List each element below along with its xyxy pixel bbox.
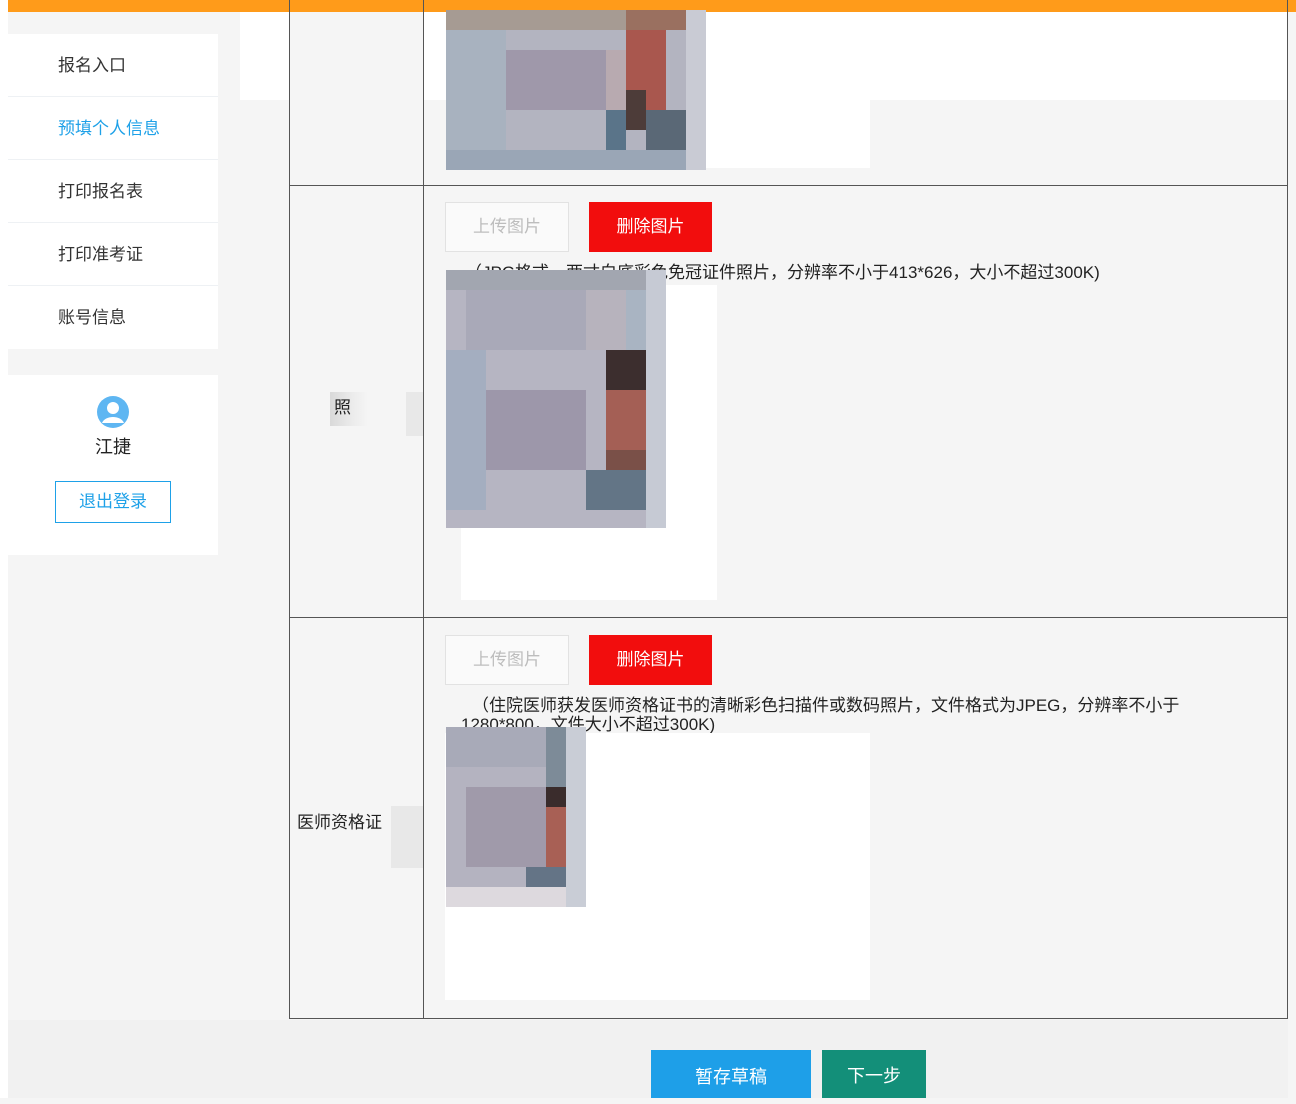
label-smudge xyxy=(391,806,423,868)
row1-cell-bg-lower xyxy=(700,100,870,168)
upload-photo-button[interactable]: 上传图片 xyxy=(445,202,569,252)
uploaded-photo-row1 xyxy=(446,10,706,170)
logout-button[interactable]: 退出登录 xyxy=(55,481,171,523)
sidebar-item-print-form[interactable]: 打印报名表 xyxy=(8,160,218,223)
table-border-left xyxy=(289,0,290,1019)
content-background xyxy=(240,12,290,100)
photo-row-label: 照 xyxy=(334,398,351,417)
certificate-row-label: 医师资格证 xyxy=(297,813,382,832)
upload-certificate-button[interactable]: 上传图片 xyxy=(445,635,569,685)
next-step-button[interactable]: 下一步 xyxy=(822,1050,926,1098)
user-card: 江捷 退出登录 xyxy=(8,375,218,555)
footer-area xyxy=(8,1020,1288,1098)
save-draft-button[interactable]: 暂存草稿 xyxy=(651,1050,811,1098)
delete-certificate-button[interactable]: 删除图片 xyxy=(589,635,712,685)
table-border-right xyxy=(1287,0,1288,1019)
user-name: 江捷 xyxy=(95,437,131,457)
left-edge xyxy=(0,0,8,1098)
uploaded-photo-id xyxy=(446,270,666,528)
sidebar-menu: 报名入口 预填个人信息 打印报名表 打印准考证 账号信息 xyxy=(8,34,218,349)
sidebar-item-prefill-info[interactable]: 预填个人信息 xyxy=(8,97,218,160)
user-avatar-icon xyxy=(96,395,130,429)
sidebar-item-account[interactable]: 账号信息 xyxy=(8,286,218,349)
delete-photo-button[interactable]: 删除图片 xyxy=(589,202,712,252)
table-row-divider xyxy=(289,185,1288,186)
table-column-divider xyxy=(423,0,424,1019)
uploaded-certificate-image xyxy=(446,727,586,907)
sidebar-item-print-admission[interactable]: 打印准考证 xyxy=(8,223,218,286)
table-row-divider xyxy=(289,617,1288,618)
table-border-bottom xyxy=(289,1018,1288,1019)
sidebar-item-signup[interactable]: 报名入口 xyxy=(8,34,218,97)
label-smudge xyxy=(406,392,424,436)
certificate-hint-line1: （住院医师获发医师资格证书的清晰彩色扫描件或数码照片，文件格式为JPEG，分辨率… xyxy=(472,696,1180,715)
